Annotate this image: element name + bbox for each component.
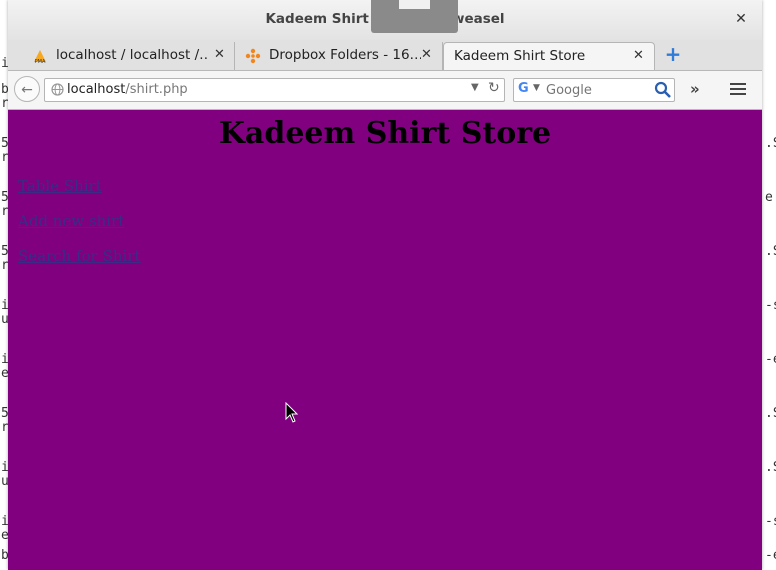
tab-close-button[interactable]: ✕ — [421, 47, 432, 62]
search-bar[interactable]: G ▼ — [513, 78, 675, 102]
mouse-cursor-icon — [285, 402, 299, 423]
terminal-char: -e — [765, 548, 776, 563]
tab-close-button[interactable]: ✕ — [214, 47, 225, 62]
terminal-char: .S — [765, 406, 776, 421]
terminal-char: .S — [765, 460, 776, 475]
terminal-char: e — [765, 190, 773, 205]
tab-label: Dropbox Folders - 16… — [269, 47, 421, 63]
chevron-down-icon[interactable]: ▼ — [533, 83, 540, 93]
terminal-char: .S — [765, 136, 776, 151]
search-for-shirt-link[interactable]: Search for Shirt — [18, 247, 141, 265]
overflow-button[interactable]: » — [690, 80, 700, 98]
screen-overlay — [371, 0, 458, 33]
terminal-char: -s — [765, 298, 776, 313]
svg-text:PMA: PMA — [35, 59, 46, 64]
chevron-down-icon[interactable]: ▼ — [471, 82, 479, 93]
search-icon[interactable] — [654, 81, 672, 99]
tab-dropbox[interactable]: Dropbox Folders - 16… ✕ — [235, 42, 443, 70]
table-shirt-link[interactable]: Table Shirt — [18, 177, 102, 195]
close-window-button[interactable]: ✕ — [732, 10, 750, 28]
new-tab-button[interactable]: + — [664, 44, 682, 64]
page-title: Kadeem Shirt Store — [218, 116, 552, 151]
menu-icon[interactable] — [730, 80, 748, 96]
terminal-char: -e — [765, 352, 776, 367]
tab-close-button[interactable]: ✕ — [633, 48, 644, 63]
tab-label: localhost / localhost /… — [56, 47, 208, 63]
browser-window: Kadeem Shirt Store - Iceweasel ✕ PMA loc… — [8, 0, 762, 570]
tab-kadeem-shirt-store[interactable]: Kadeem Shirt Store ✕ — [443, 42, 655, 70]
page-content: Kadeem Shirt Store Table Shirt Add new s… — [8, 110, 762, 570]
url-text: localhost/shirt.php — [67, 82, 188, 97]
terminal-char: -s — [765, 514, 776, 529]
tab-phpmyadmin[interactable]: PMA localhost / localhost /… ✕ — [22, 42, 235, 70]
add-new-shirt-link[interactable]: Add new shirt — [18, 212, 124, 230]
back-button[interactable]: ← — [14, 76, 40, 102]
phpmyadmin-icon: PMA — [34, 50, 46, 64]
url-path: /shirt.php — [125, 82, 188, 97]
url-host: localhost — [67, 82, 126, 97]
search-input[interactable] — [546, 81, 646, 99]
tab-strip: PMA localhost / localhost /… ✕ Dropbox F… — [8, 40, 762, 71]
address-bar[interactable]: localhost/shirt.php ▼ ↻ — [44, 78, 505, 102]
navigation-bar: ← localhost/shirt.php ▼ ↻ G ▼ » — [8, 71, 762, 110]
reload-icon[interactable]: ↻ — [488, 80, 500, 96]
tab-label: Kadeem Shirt Store — [454, 48, 586, 64]
back-arrow-icon: ← — [21, 82, 33, 98]
title-bar[interactable]: Kadeem Shirt Store - Iceweasel ✕ — [8, 0, 762, 40]
overlay-notch — [399, 0, 430, 9]
globe-icon — [51, 83, 64, 96]
dropbox-icon — [245, 48, 261, 64]
terminal-char: .S — [765, 244, 776, 259]
google-icon[interactable]: G — [518, 81, 529, 96]
